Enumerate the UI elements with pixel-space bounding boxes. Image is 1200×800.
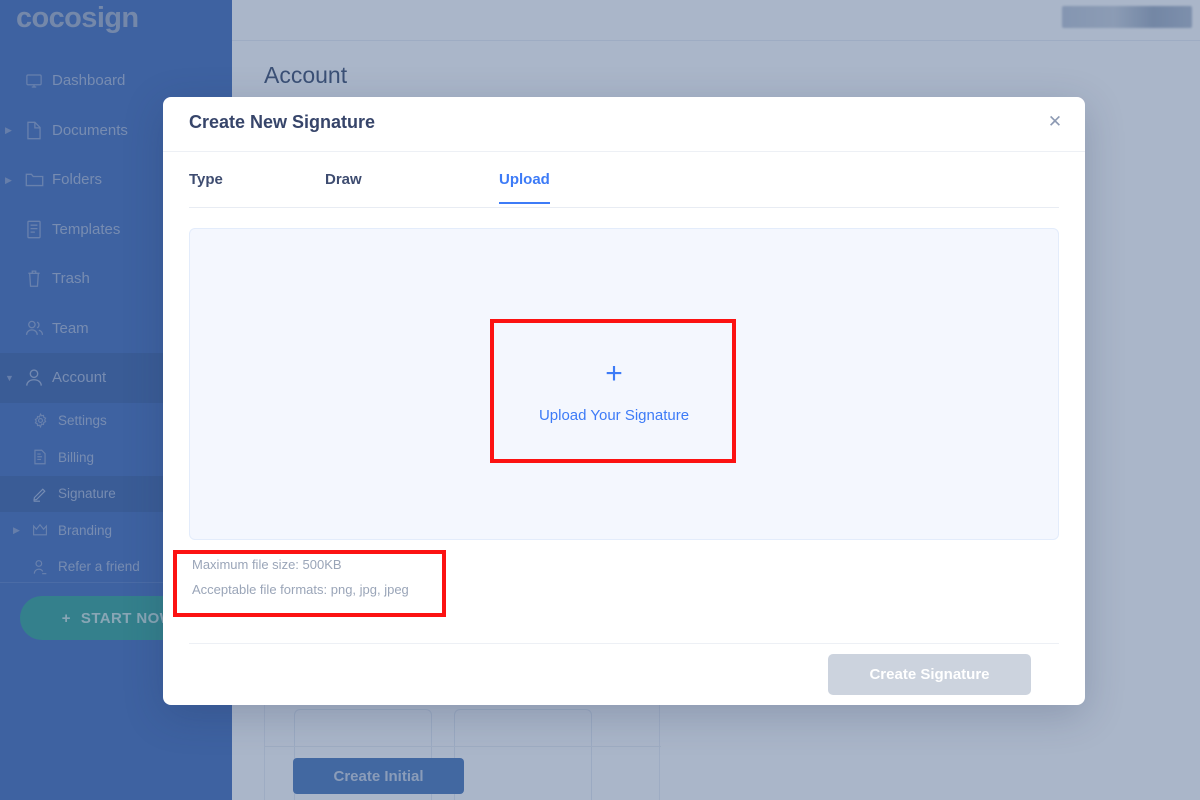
app-root: Account Create Initial cocosign Dashboar bbox=[0, 0, 1200, 800]
signature-tabs: Type Draw Upload bbox=[189, 152, 1059, 208]
file-info: Maximum file size: 500KB Acceptable file… bbox=[192, 552, 409, 602]
tab-draw[interactable]: Draw bbox=[325, 171, 362, 204]
modal-header: Create New Signature ✕ bbox=[163, 97, 1085, 152]
modal-footer-divider bbox=[189, 643, 1059, 644]
tab-type[interactable]: Type bbox=[189, 171, 223, 204]
create-signature-modal: Create New Signature ✕ Type Draw Upload … bbox=[163, 97, 1085, 705]
modal-title: Create New Signature bbox=[189, 112, 376, 132]
file-info-formats: Acceptable file formats: png, jpg, jpeg bbox=[192, 582, 409, 597]
upload-dropzone-label: Upload Your Signature bbox=[538, 406, 690, 424]
file-info-max-size: Maximum file size: 500KB bbox=[192, 557, 342, 572]
upload-dropzone[interactable]: + Upload Your Signature bbox=[491, 321, 737, 461]
close-icon[interactable]: ✕ bbox=[1042, 109, 1068, 135]
upload-panel: + Upload Your Signature bbox=[189, 228, 1059, 540]
create-signature-button[interactable]: Create Signature bbox=[828, 654, 1031, 695]
tab-upload[interactable]: Upload bbox=[499, 171, 550, 204]
plus-icon: + bbox=[605, 356, 623, 390]
